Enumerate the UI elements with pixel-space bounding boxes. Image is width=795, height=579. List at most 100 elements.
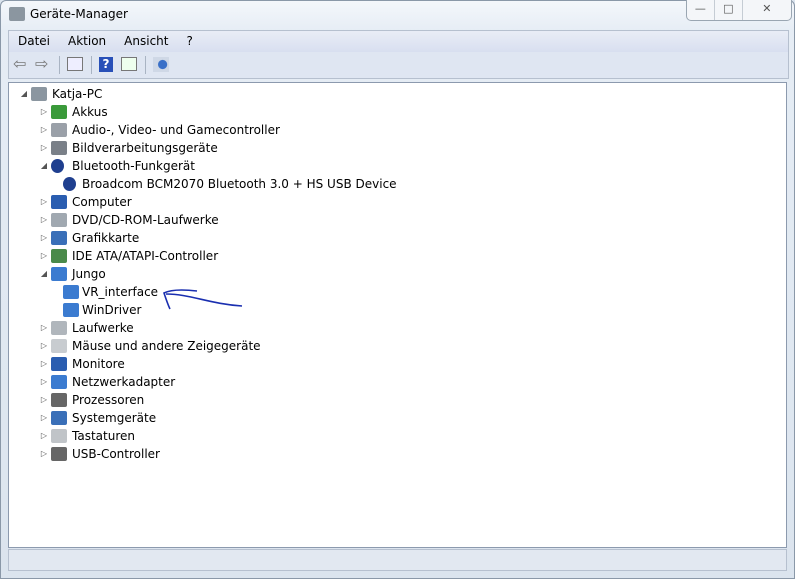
separator <box>91 56 92 74</box>
battery-icon <box>51 105 67 119</box>
mouse-icon <box>51 339 67 353</box>
camera-icon <box>51 141 67 155</box>
tree-item[interactable]: Broadcom BCM2070 Bluetooth 3.0 + HS USB … <box>9 175 779 193</box>
tree-item[interactable]: ▷ Monitore <box>9 355 779 373</box>
expand-arrow-icon[interactable]: ▷ <box>39 373 49 391</box>
tree-item[interactable]: ▷ Netzwerkadapter <box>9 373 779 391</box>
toolbar: ⇦ ⇨ ? <box>8 52 789 79</box>
tree-item[interactable]: ▷ Akkus <box>9 103 779 121</box>
expand-arrow-icon[interactable]: ▷ <box>39 391 49 409</box>
display-adapter-icon <box>51 231 67 245</box>
tree-item-label: Mäuse und andere Zeigegeräte <box>72 339 261 353</box>
tree-item[interactable]: ▷ Laufwerke <box>9 319 779 337</box>
tree-item[interactable]: ◢ Jungo <box>9 265 779 283</box>
tree-item-label: Broadcom BCM2070 Bluetooth 3.0 + HS USB … <box>82 177 397 191</box>
tree-item[interactable]: VR_interface <box>9 283 779 301</box>
tree-item[interactable]: ▷ DVD/CD-ROM-Laufwerke <box>9 211 779 229</box>
menu-help[interactable]: ? <box>177 31 201 52</box>
tree-item-label: Monitore <box>72 357 125 371</box>
close-button[interactable]: ✕ <box>743 0 791 20</box>
tree-item[interactable]: ▷ Grafikkarte <box>9 229 779 247</box>
bluetooth-icon <box>63 177 76 191</box>
tree-item-label: Prozessoren <box>72 393 145 407</box>
tree-item[interactable]: ▷ Audio-, Video- und Gamecontroller <box>9 121 779 139</box>
monitor-icon <box>51 357 67 371</box>
tree-item-label: Netzwerkadapter <box>72 375 176 389</box>
collapse-arrow-icon[interactable]: ◢ <box>19 85 29 103</box>
tree-item-label: Akkus <box>72 105 108 119</box>
status-bar <box>8 549 787 571</box>
expand-arrow-icon[interactable]: ▷ <box>39 121 49 139</box>
tree-item[interactable]: ▷ Prozessoren <box>9 391 779 409</box>
tree-item-label: VR_interface <box>82 285 159 299</box>
tree-item-label: Computer <box>72 195 132 209</box>
tree-item-label: Systemgeräte <box>72 411 157 425</box>
back-icon[interactable]: ⇦ <box>13 56 29 72</box>
tree-item-label: WinDriver <box>82 303 142 317</box>
tree-item[interactable]: ▷ Bildverarbeitungsgeräte <box>9 139 779 157</box>
tree-item-label: Bildverarbeitungsgeräte <box>72 141 218 155</box>
bluetooth-icon <box>51 159 64 173</box>
usb-icon <box>51 447 67 461</box>
cpu-icon <box>51 393 67 407</box>
controller-icon <box>51 249 67 263</box>
network-device-icon <box>51 267 67 281</box>
expand-arrow-icon[interactable]: ▷ <box>39 427 49 445</box>
tree-item-label: Bluetooth-Funkgerät <box>72 159 195 173</box>
maximize-button[interactable]: □ <box>715 0 743 20</box>
collapse-arrow-icon[interactable]: ◢ <box>39 265 49 283</box>
tree-item-label: Laufwerke <box>72 321 134 335</box>
tree-item[interactable]: ▷ Computer <box>9 193 779 211</box>
network-device-icon <box>63 303 79 317</box>
tree-item-label: IDE ATA/ATAPI-Controller <box>72 249 219 263</box>
tree-item-label: Audio-, Video- und Gamecontroller <box>72 123 280 137</box>
tree-item[interactable]: ▷ USB-Controller <box>9 445 779 463</box>
console-tree-icon[interactable] <box>67 57 83 71</box>
forward-icon[interactable]: ⇨ <box>35 56 51 72</box>
tree-item[interactable]: WinDriver <box>9 301 779 319</box>
menu-bar: Datei Aktion Ansicht ? <box>8 30 789 53</box>
expand-arrow-icon[interactable]: ▷ <box>39 409 49 427</box>
keyboard-icon <box>51 429 67 443</box>
window-controls: — □ ✕ <box>686 0 792 21</box>
expand-arrow-icon[interactable]: ▷ <box>39 445 49 463</box>
device-tree: ◢ Katja-PC ▷ Akkus ▷ Audio-, Video- und Gamec… <box>8 82 787 548</box>
scan-hardware-icon[interactable] <box>153 57 169 72</box>
expand-arrow-icon[interactable]: ▷ <box>39 211 49 229</box>
expand-arrow-icon[interactable]: ▷ <box>39 139 49 157</box>
minimize-button[interactable]: — <box>687 0 715 20</box>
tree-item[interactable]: ◢ Bluetooth-Funkgerät <box>9 157 779 175</box>
system-icon <box>51 411 67 425</box>
tree-item-label: Jungo <box>72 267 106 281</box>
expand-arrow-icon[interactable]: ▷ <box>39 355 49 373</box>
help-icon[interactable]: ? <box>99 57 113 72</box>
device-manager-icon <box>9 7 25 21</box>
computer-icon <box>31 87 47 101</box>
expand-arrow-icon[interactable]: ▷ <box>39 319 49 337</box>
separator <box>145 56 146 74</box>
tree-item[interactable]: ▷ IDE ATA/ATAPI-Controller <box>9 247 779 265</box>
tree-item-label: DVD/CD-ROM-Laufwerke <box>72 213 219 227</box>
tree-item[interactable]: ▷ Tastaturen <box>9 427 779 445</box>
menu-aktion[interactable]: Aktion <box>59 31 115 52</box>
tree-item-label: Grafikkarte <box>72 231 140 245</box>
network-icon <box>51 375 67 389</box>
drive-icon <box>51 321 67 335</box>
menu-datei[interactable]: Datei <box>9 31 59 52</box>
tree-item-label: Katja-PC <box>52 87 103 101</box>
tree-item[interactable]: ▷ Mäuse und andere Zeigegeräte <box>9 337 779 355</box>
window-title: Geräte-Manager <box>30 7 128 21</box>
separator <box>59 56 60 74</box>
expand-arrow-icon[interactable]: ▷ <box>39 103 49 121</box>
tree-item[interactable]: ◢ Katja-PC <box>9 85 779 103</box>
tree-item[interactable]: ▷ Systemgeräte <box>9 409 779 427</box>
menu-ansicht[interactable]: Ansicht <box>115 31 177 52</box>
tree-item-label: Tastaturen <box>72 429 135 443</box>
properties-icon[interactable] <box>121 57 137 71</box>
collapse-arrow-icon[interactable]: ◢ <box>39 157 49 175</box>
expand-arrow-icon[interactable]: ▷ <box>39 247 49 265</box>
tree-item-label: USB-Controller <box>72 447 160 461</box>
expand-arrow-icon[interactable]: ▷ <box>39 337 49 355</box>
expand-arrow-icon[interactable]: ▷ <box>39 229 49 247</box>
expand-arrow-icon[interactable]: ▷ <box>39 193 49 211</box>
